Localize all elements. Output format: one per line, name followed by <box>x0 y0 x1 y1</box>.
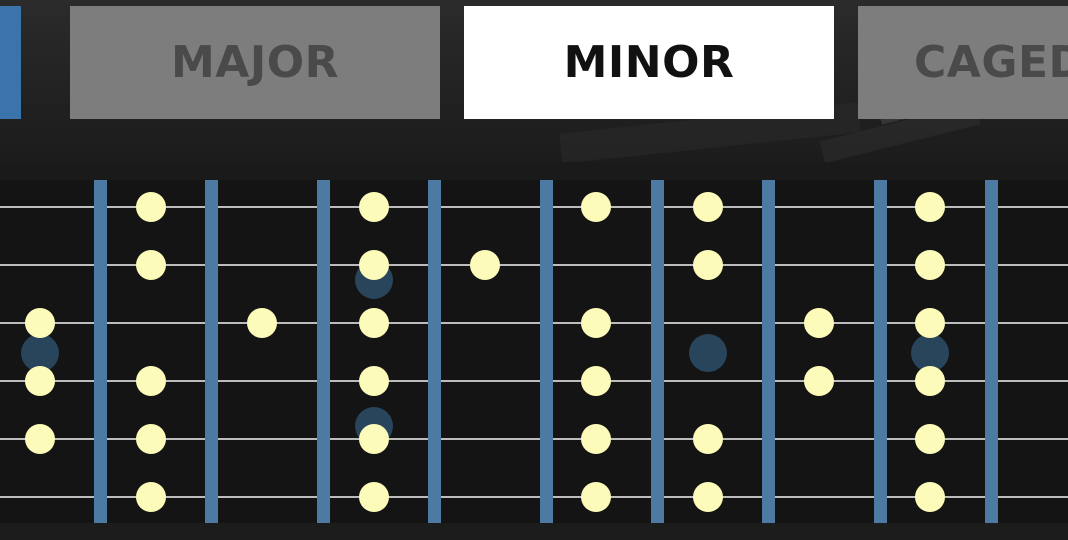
scale-note-dot[interactable] <box>359 424 389 454</box>
scale-note-dot[interactable] <box>136 482 166 512</box>
scale-note-dot[interactable] <box>359 308 389 338</box>
tab-previous-partial[interactable] <box>0 6 21 119</box>
fret-bar <box>94 180 107 523</box>
scale-note-dot[interactable] <box>693 424 723 454</box>
scale-note-dot[interactable] <box>915 250 945 280</box>
guitar-string <box>0 322 1068 324</box>
scale-note-dot[interactable] <box>25 366 55 396</box>
scale-note-dot[interactable] <box>693 250 723 280</box>
bottom-strip <box>0 523 1068 540</box>
tab-minor[interactable]: MINOR <box>464 6 834 119</box>
scale-note-dot[interactable] <box>136 250 166 280</box>
scale-note-dot[interactable] <box>359 250 389 280</box>
fret-inlay-marker <box>689 334 727 372</box>
scale-note-dot[interactable] <box>247 308 277 338</box>
scale-note-dot[interactable] <box>25 424 55 454</box>
tab-caged[interactable]: CAGED <box>858 6 1068 119</box>
scale-note-dot[interactable] <box>136 192 166 222</box>
scale-note-dot[interactable] <box>136 424 166 454</box>
fret-bar <box>428 180 441 523</box>
scale-note-dot[interactable] <box>915 308 945 338</box>
scale-note-dot[interactable] <box>136 366 166 396</box>
fret-bar <box>651 180 664 523</box>
fret-bar <box>317 180 330 523</box>
scale-note-dot[interactable] <box>581 424 611 454</box>
scale-note-dot[interactable] <box>470 250 500 280</box>
fret-bar <box>762 180 775 523</box>
tab-major[interactable]: MAJOR <box>70 6 440 119</box>
scale-note-dot[interactable] <box>915 424 945 454</box>
fret-bar <box>540 180 553 523</box>
scale-note-dot[interactable] <box>804 366 834 396</box>
scale-note-dot[interactable] <box>581 192 611 222</box>
scale-note-dot[interactable] <box>693 192 723 222</box>
scale-note-dot[interactable] <box>581 366 611 396</box>
scale-note-dot[interactable] <box>693 482 723 512</box>
scale-note-dot[interactable] <box>359 482 389 512</box>
fret-bar <box>985 180 998 523</box>
fret-bar <box>874 180 887 523</box>
scale-note-dot[interactable] <box>359 192 389 222</box>
scale-note-dot[interactable] <box>915 366 945 396</box>
fret-bar <box>205 180 218 523</box>
scale-note-dot[interactable] <box>581 308 611 338</box>
scale-note-dot[interactable] <box>359 366 389 396</box>
scale-note-dot[interactable] <box>25 308 55 338</box>
scale-type-tabs: MAJOR MINOR CAGED <box>0 0 1068 162</box>
scale-note-dot[interactable] <box>915 482 945 512</box>
fretboard[interactable] <box>0 180 1068 523</box>
scale-note-dot[interactable] <box>804 308 834 338</box>
scale-note-dot[interactable] <box>915 192 945 222</box>
scale-note-dot[interactable] <box>581 482 611 512</box>
